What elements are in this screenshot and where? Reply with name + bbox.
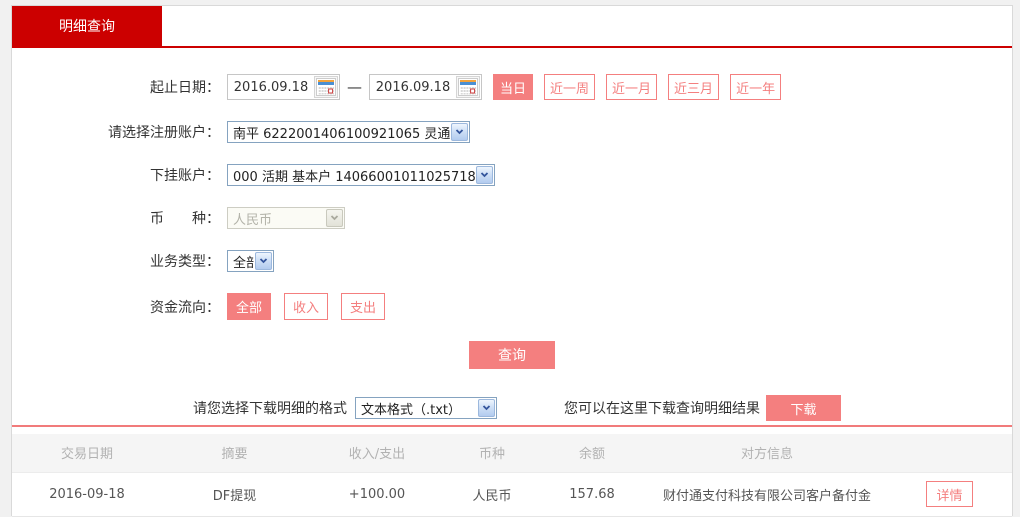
results-table: 交易日期 摘要 收入/支出 币种 余额 对方信息 2016-09-18 DF提现…	[12, 434, 1012, 517]
table-header-row: 交易日期 摘要 收入/支出 币种 余额 对方信息	[12, 434, 1012, 473]
download-button[interactable]: 下载	[766, 395, 841, 421]
end-date-input[interactable]: 2016.09.18	[369, 74, 482, 100]
registered-account-row: 请选择注册账户： 南平 6222001406100921065 灵通卡	[12, 121, 1012, 143]
tab-detail-query[interactable]: 明细查询	[12, 6, 162, 46]
download-format-value: 文本格式（.txt）	[361, 402, 462, 418]
date-separator: —	[347, 78, 362, 96]
date-range-label: 起止日期：	[150, 80, 220, 96]
download-format-select[interactable]: 文本格式（.txt）	[355, 397, 497, 419]
registered-account-select[interactable]: 南平 6222001406100921065 灵通卡	[227, 121, 470, 143]
header-counterparty: 对方信息	[647, 434, 887, 473]
cell-trade-date: 2016-09-18	[12, 472, 162, 517]
query-row: 查询	[12, 341, 1012, 369]
quick-range-year-button[interactable]: 近一年	[730, 74, 782, 100]
cell-amount: +100.00	[307, 472, 447, 517]
chevron-down-icon	[326, 209, 343, 227]
table-top-divider	[12, 425, 1012, 427]
fund-direction-all-button[interactable]: 全部	[227, 293, 272, 320]
start-date-value: 2016.09.18	[233, 79, 309, 95]
cell-currency: 人民币	[447, 472, 537, 517]
sub-account-row: 下挂账户： 000 活期 基本户 1406600101102571848	[12, 164, 1012, 186]
header-summary: 摘要	[162, 434, 307, 473]
download-hint-text: 您可以在这里下载查询明细结果	[564, 401, 760, 417]
currency-value: 人民币	[233, 212, 273, 228]
end-date-value: 2016.09.18	[375, 79, 451, 95]
sub-account-label: 下挂账户：	[150, 168, 220, 184]
download-format-label: 请您选择下载明细的格式	[193, 401, 347, 417]
header-action	[887, 434, 1012, 473]
quick-range-week-button[interactable]: 近一周	[544, 74, 596, 100]
chevron-down-icon	[478, 399, 495, 417]
start-date-input[interactable]: 2016.09.18	[227, 74, 340, 100]
sub-account-select[interactable]: 000 活期 基本户 1406600101102571848	[227, 164, 495, 186]
calendar-icon[interactable]	[456, 76, 480, 98]
quick-range-today-button[interactable]: 当日	[493, 74, 534, 100]
detail-button[interactable]: 详情	[926, 481, 973, 507]
currency-label: 币 种：	[150, 211, 220, 227]
header-trade-date: 交易日期	[12, 434, 162, 473]
query-button[interactable]: 查询	[469, 341, 555, 369]
currency-row: 币 种： 人民币	[12, 207, 1012, 229]
table-row: 2016-09-18 DF提现 +100.00 人民币 157.68 财付通支付…	[12, 472, 1012, 517]
download-row: 请您选择下载明细的格式 文本格式（.txt） 您可以在这里下载查询明细结果 下载	[193, 395, 1012, 421]
chevron-down-icon	[451, 123, 468, 141]
tab-bar: 明细查询	[12, 6, 1012, 46]
currency-select: 人民币	[227, 207, 345, 229]
business-type-row: 业务类型： 全部	[12, 250, 1012, 272]
registered-account-value: 南平 6222001406100921065 灵通卡	[233, 126, 450, 142]
quick-range-quarter-button[interactable]: 近三月	[668, 74, 720, 100]
business-type-select[interactable]: 全部	[227, 250, 274, 272]
cell-summary: DF提现	[162, 472, 307, 517]
header-currency: 币种	[447, 434, 537, 473]
business-type-label: 业务类型：	[150, 254, 220, 270]
chevron-down-icon	[476, 166, 493, 184]
fund-direction-label: 资金流向：	[150, 299, 220, 316]
registered-account-label: 请选择注册账户：	[108, 125, 220, 141]
business-type-value: 全部	[233, 255, 254, 271]
header-income-expense: 收入/支出	[307, 434, 447, 473]
calendar-icon[interactable]	[314, 76, 338, 98]
sub-account-value: 000 活期 基本户 1406600101102571848	[233, 169, 475, 185]
date-range-row: 起止日期： 2016.09.18 — 2016.09.18 当日 近一周 近一月…	[12, 74, 1012, 100]
fund-direction-row: 资金流向： 全部 收入 支出	[12, 293, 1012, 320]
content-panel: 明细查询 起止日期： 2016.09.18 — 2016.09.18 当日 近一…	[11, 5, 1013, 517]
chevron-down-icon	[255, 252, 272, 270]
cell-balance: 157.68	[537, 472, 647, 517]
tab-underline	[12, 46, 1012, 48]
cell-counterparty: 财付通支付科技有限公司客户备付金	[647, 472, 887, 517]
fund-direction-income-button[interactable]: 收入	[284, 293, 329, 320]
header-balance: 余额	[537, 434, 647, 473]
quick-range-month-button[interactable]: 近一月	[606, 74, 658, 100]
cell-action: 详情	[887, 472, 1012, 517]
fund-direction-expense-button[interactable]: 支出	[341, 293, 386, 320]
